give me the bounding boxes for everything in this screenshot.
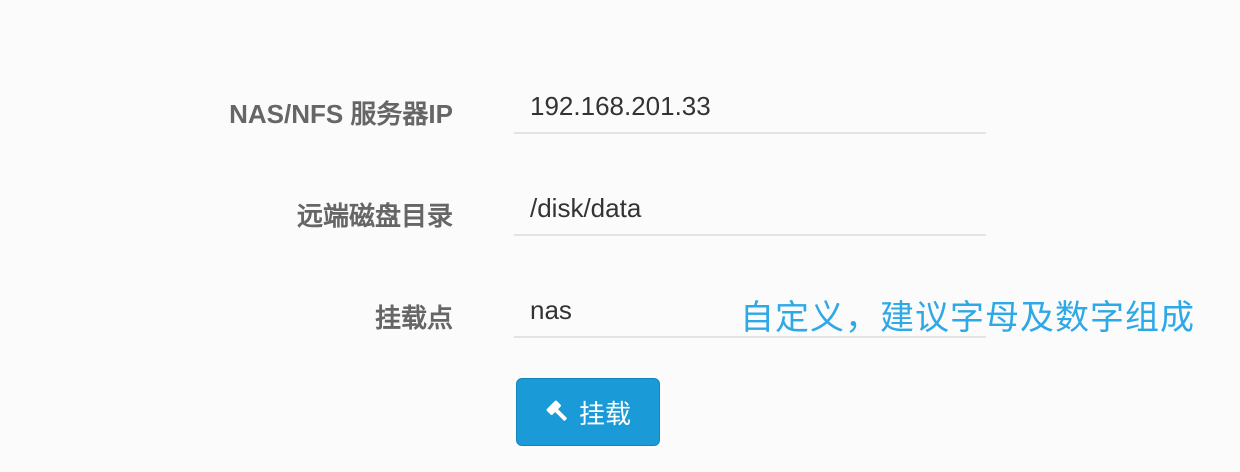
- server-ip-row: NAS/NFS 服务器IP: [0, 80, 1240, 150]
- remote-dir-label: 远端磁盘目录: [296, 201, 453, 231]
- remote-dir-row: 远端磁盘目录: [0, 182, 1240, 252]
- mount-button[interactable]: 挂载: [516, 378, 660, 446]
- remote-dir-input[interactable]: [514, 182, 986, 236]
- gavel-icon: [545, 399, 571, 425]
- mount-point-row: 挂载点 自定义，建议字母及数字组成: [0, 284, 1240, 354]
- mount-button-label: 挂载: [578, 398, 631, 429]
- server-ip-input[interactable]: [514, 80, 986, 134]
- nas-mount-form: NAS/NFS 服务器IP 远端磁盘目录 挂载点 自定义，建议字母及数字组成 挂…: [0, 0, 1240, 472]
- server-ip-label: NAS/NFS 服务器IP: [229, 99, 453, 129]
- mount-point-label: 挂载点: [374, 303, 453, 333]
- mount-point-hint: 自定义，建议字母及数字组成: [740, 299, 1195, 337]
